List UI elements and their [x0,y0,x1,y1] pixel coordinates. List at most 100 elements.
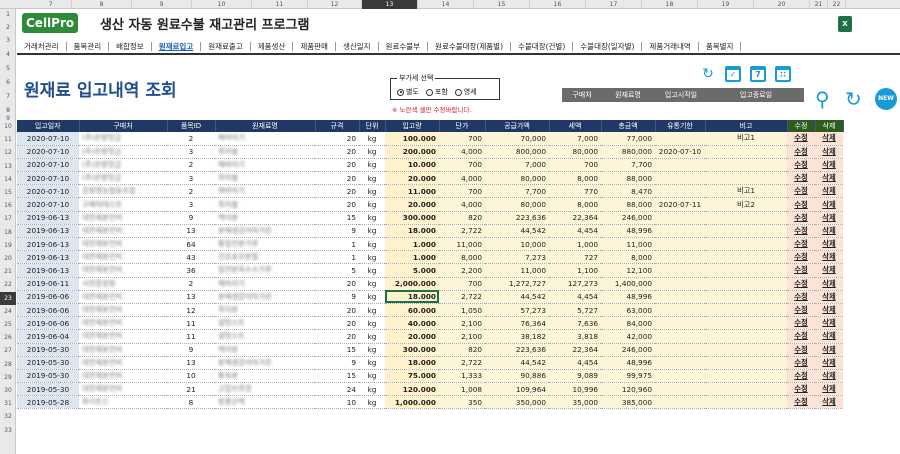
table-row[interactable]: 2019-06-06 대한제분전비 13 분해생강아마가린 9 kg 18.000 2,722… [17,290,843,304]
edit-button[interactable]: 수정 [787,197,815,212]
delete-button[interactable]: 삭제 [815,356,843,370]
edit-button[interactable]: 수정 [787,237,815,252]
table-cell[interactable] [655,356,705,370]
edit-button[interactable]: 수정 [787,250,815,265]
edit-button[interactable]: 수정 [787,171,815,186]
table-cell[interactable]: 48,996 [601,356,655,370]
table-cell[interactable]: 84,000 [601,316,655,331]
vat-radio[interactable]: 별도 [397,87,419,97]
table-cell[interactable]: 12,100 [601,263,655,278]
table-row[interactable]: 2019-06-13 대한제분전비 64 통밀전분가루 1 kg 1.000 11,000 10… [17,237,843,252]
table-cell[interactable]: 1.000 [385,237,439,252]
edit-button[interactable]: 수정 [787,382,815,397]
table-cell[interactable]: 2,100 [439,316,485,331]
table-cell[interactable] [655,290,705,304]
table-cell[interactable]: 18.000 [385,224,439,239]
row-header[interactable]: 29 [0,371,16,384]
delete-button[interactable]: 삭제 [815,382,843,397]
table-cell[interactable] [655,303,705,318]
delete-button[interactable]: 삭제 [815,158,843,173]
table-cell[interactable]: 40.000 [385,316,439,331]
edit-button[interactable]: 수정 [787,290,815,304]
menu-item[interactable]: 품목관리 [67,41,110,51]
menu-item[interactable]: 제품거래내역 [642,41,699,51]
table-cell[interactable]: 38,182 [485,329,549,344]
table-cell[interactable]: 비고2 [705,197,787,212]
table-cell[interactable]: 10.000 [385,158,439,173]
delete-button[interactable]: 삭제 [815,343,843,357]
row-header[interactable]: 30 [0,384,16,397]
table-row[interactable]: 2020-07-10 (주)은방맛금 2 해바라기 20 kg 100.000 700 70,0… [17,132,843,146]
calendar-check-icon[interactable]: ✓ [725,66,741,82]
table-cell[interactable] [655,237,705,252]
table-cell[interactable]: 5,727 [549,303,601,318]
filter-header-cell[interactable]: 구매처 [562,88,602,102]
table-cell[interactable] [705,316,787,331]
row-header[interactable]: 27 [0,344,16,357]
table-cell[interactable]: 300.000 [385,211,439,225]
table-row[interactable]: 2020-07-10 구매처테스트 3 흑미쌀 20 kg 20.000 4,000 80,00… [17,197,843,212]
edit-button[interactable]: 수정 [787,369,815,384]
row-header[interactable]: 15 [0,186,16,199]
menu-item[interactable]: 수불대장(건별) [511,41,574,51]
edit-button[interactable]: 수정 [787,395,815,410]
menu-item[interactable]: 원료수불대장(제품별) [428,41,511,51]
table-cell[interactable]: 35,000 [549,395,601,410]
row-header[interactable]: 28 [0,358,16,371]
table-cell[interactable]: 770 [549,184,601,199]
menu-item[interactable]: 수불대장(일자별) [573,41,643,51]
filter-header-cell[interactable]: 원재료명 [602,88,654,102]
column-header[interactable]: 9 [132,0,192,9]
table-cell[interactable]: 10,000 [485,237,549,252]
column-header[interactable]: 14 [418,0,474,9]
table-row[interactable]: 2019-06-13 대한제분전비 13 분해생강아마가린 9 kg 18.000 2,722… [17,224,843,239]
table-cell[interactable]: 120.000 [385,382,439,397]
table-cell[interactable]: 1,100 [549,263,601,278]
table-cell[interactable]: 385,000 [601,395,655,410]
table-cell[interactable]: 18.000 [385,356,439,370]
table-cell[interactable]: 4,454 [549,356,601,370]
table-cell[interactable] [705,303,787,318]
table-cell[interactable]: 8,000 [549,171,601,186]
row-header[interactable]: 33 [0,424,16,437]
table-cell[interactable]: 223,636 [485,343,549,357]
table-cell[interactable]: 109,964 [485,382,549,397]
delete-button[interactable]: 삭제 [815,224,843,239]
table-row[interactable]: 2020-07-10 (주)은방맛금 3 흑미쌀 20 kg 200.000 4,000 800… [17,145,843,159]
table-cell[interactable]: 127,273 [549,277,601,291]
edit-button[interactable]: 수정 [787,329,815,344]
table-cell[interactable] [655,369,705,384]
row-header[interactable]: 20 [0,252,16,265]
delete-button[interactable]: 삭제 [815,132,843,146]
table-cell[interactable]: 2,000.000 [385,277,439,291]
delete-button[interactable]: 삭제 [815,184,843,199]
table-cell[interactable] [705,263,787,278]
table-cell[interactable] [705,158,787,173]
edit-button[interactable]: 수정 [787,158,815,173]
table-cell[interactable]: 99,975 [601,369,655,384]
table-cell[interactable]: 2,722 [439,290,485,304]
column-header[interactable]: 21 [810,0,828,9]
column-header[interactable]: 7 [30,0,72,9]
table-cell[interactable]: 1.000 [385,250,439,265]
table-row[interactable]: 2019-05-30 대한제분전비 21 고맙쓰흑엿 24 kg 120.000 1,008 1… [17,382,843,397]
table-cell[interactable]: 48,996 [601,224,655,239]
radio-dot-icon[interactable] [425,88,433,96]
table-cell[interactable]: 3,818 [549,329,601,344]
edit-button[interactable]: 수정 [787,303,815,318]
delete-button[interactable]: 삭제 [815,303,843,318]
table-cell[interactable] [705,382,787,397]
calendar-grid-icon[interactable]: ∷ [775,66,791,82]
table-cell[interactable]: 1,000.000 [385,395,439,410]
table-cell[interactable]: 22,364 [549,211,601,225]
table-row[interactable]: 2020-07-10 (주)은방맛금 3 흑미쌀 20 kg 20.000 4,000 80,0… [17,171,843,186]
table-cell[interactable] [655,224,705,239]
menu-item[interactable]: 품목별지 [699,41,742,51]
row-header[interactable]: 31 [0,397,16,410]
table-cell[interactable]: 7,000 [485,158,549,173]
table-cell[interactable]: 200.000 [385,145,439,159]
table-cell[interactable]: 11,000 [485,263,549,278]
table-cell[interactable] [655,211,705,225]
column-header[interactable]: 22 [828,0,846,9]
table-cell[interactable] [705,145,787,159]
